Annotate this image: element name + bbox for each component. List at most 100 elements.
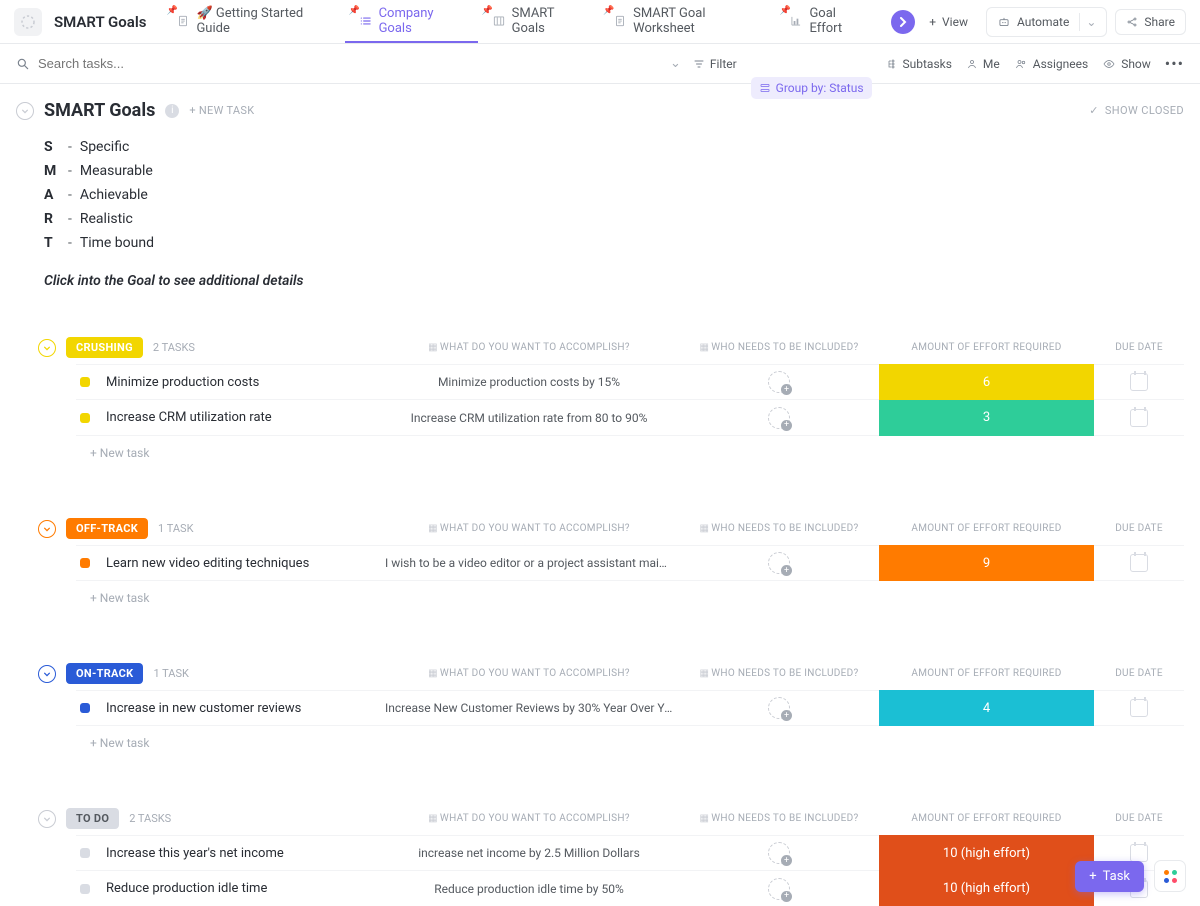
task-row[interactable]: Increase CRM utilization rate Increase CR… bbox=[76, 400, 1184, 436]
cell-accomplish[interactable]: Increase CRM utilization rate from 80 to… bbox=[379, 411, 679, 425]
col-effort[interactable]: AMOUNT OF EFFORT REQUIRED bbox=[879, 668, 1094, 679]
group-collapse-toggle[interactable] bbox=[38, 665, 56, 683]
group-by-button[interactable]: Group by: Status bbox=[751, 77, 872, 99]
task-row[interactable]: Learn new video editing techniques I wish… bbox=[76, 545, 1184, 581]
search-input[interactable] bbox=[38, 56, 662, 71]
col-accomplish[interactable]: ▦WHAT DO YOU WANT TO ACCOMPLISH? bbox=[379, 523, 679, 534]
task-name[interactable]: Minimize production costs bbox=[106, 375, 259, 390]
task-row[interactable]: Minimize production costs Minimize produc… bbox=[76, 364, 1184, 400]
task-row[interactable]: Increase in new customer reviews Increase… bbox=[76, 690, 1184, 726]
more-options-button[interactable]: ••• bbox=[1165, 54, 1184, 73]
status-badge[interactable]: ON-TRACK bbox=[66, 663, 143, 684]
col-who[interactable]: ▦WHO NEEDS TO BE INCLUDED? bbox=[679, 342, 879, 353]
info-icon[interactable]: i bbox=[165, 104, 179, 118]
cell-accomplish[interactable]: increase net income by 2.5 Million Dolla… bbox=[379, 846, 679, 860]
col-due[interactable]: DUE DATE bbox=[1094, 813, 1184, 824]
tab-smart-goal-worksheet[interactable]: 📌SMART Goal Worksheet bbox=[599, 0, 775, 43]
cell-due[interactable] bbox=[1094, 373, 1184, 391]
show-closed-button[interactable]: ✓ SHOW CLOSED bbox=[1089, 104, 1184, 117]
assignee-empty-icon[interactable] bbox=[768, 878, 790, 900]
status-square-icon[interactable] bbox=[80, 703, 90, 713]
col-who[interactable]: ▦WHO NEEDS TO BE INCLUDED? bbox=[679, 668, 879, 679]
task-row[interactable]: Reduce production idle time Reduce produc… bbox=[76, 871, 1184, 906]
cell-who[interactable] bbox=[679, 407, 879, 429]
search-box[interactable]: ⌄ bbox=[16, 56, 681, 71]
add-task-button[interactable]: + New task bbox=[76, 726, 1184, 760]
cell-accomplish[interactable]: I wish to be a video editor or a project… bbox=[379, 556, 679, 570]
cell-effort[interactable]: 9 bbox=[879, 545, 1094, 581]
space-title[interactable]: SMART Goals bbox=[54, 13, 146, 31]
cell-effort[interactable]: 3 bbox=[879, 400, 1094, 436]
task-name[interactable]: Increase in new customer reviews bbox=[106, 701, 301, 716]
col-effort[interactable]: AMOUNT OF EFFORT REQUIRED bbox=[879, 342, 1094, 353]
add-task-button[interactable]: + New task bbox=[76, 581, 1184, 615]
list-title[interactable]: SMART Goals bbox=[44, 100, 155, 121]
tab-smart-goals[interactable]: 📌SMART Goals bbox=[478, 0, 599, 43]
col-due[interactable]: DUE DATE bbox=[1094, 342, 1184, 353]
status-square-icon[interactable] bbox=[80, 377, 90, 387]
cell-due[interactable] bbox=[1094, 699, 1184, 717]
col-due[interactable]: DUE DATE bbox=[1094, 668, 1184, 679]
cell-who[interactable] bbox=[679, 842, 879, 864]
col-accomplish[interactable]: ▦WHAT DO YOU WANT TO ACCOMPLISH? bbox=[379, 342, 679, 353]
subtasks-button[interactable]: Subtasks bbox=[886, 57, 952, 71]
cell-due[interactable] bbox=[1094, 554, 1184, 572]
assignee-empty-icon[interactable] bbox=[768, 407, 790, 429]
cell-accomplish[interactable]: Minimize production costs by 15% bbox=[379, 375, 679, 389]
calendar-empty-icon[interactable] bbox=[1130, 699, 1148, 717]
tab--getting-started-guide[interactable]: 📌🚀 Getting Started Guide bbox=[162, 0, 344, 43]
assignee-empty-icon[interactable] bbox=[768, 842, 790, 864]
cell-effort[interactable]: 10 (high effort) bbox=[879, 871, 1094, 906]
filter-button[interactable]: Filter bbox=[693, 57, 737, 71]
tab-goal-effort[interactable]: 📌Goal Effort bbox=[775, 0, 881, 43]
status-badge[interactable]: OFF-TRACK bbox=[66, 518, 148, 539]
cell-who[interactable] bbox=[679, 697, 879, 719]
assignee-empty-icon[interactable] bbox=[768, 697, 790, 719]
col-due[interactable]: DUE DATE bbox=[1094, 523, 1184, 534]
assignees-button[interactable]: Assignees bbox=[1014, 57, 1088, 71]
col-accomplish[interactable]: ▦WHAT DO YOU WANT TO ACCOMPLISH? bbox=[379, 668, 679, 679]
col-effort[interactable]: AMOUNT OF EFFORT REQUIRED bbox=[879, 523, 1094, 534]
col-effort[interactable]: AMOUNT OF EFFORT REQUIRED bbox=[879, 813, 1094, 824]
task-row[interactable]: Increase this year's net income increase … bbox=[76, 835, 1184, 871]
status-square-icon[interactable] bbox=[80, 884, 90, 894]
show-button[interactable]: Show bbox=[1102, 57, 1151, 71]
task-name[interactable]: Learn new video editing techniques bbox=[106, 556, 309, 571]
status-square-icon[interactable] bbox=[80, 558, 90, 568]
cell-accomplish[interactable]: Increase New Customer Reviews by 30% Yea… bbox=[379, 701, 679, 715]
cell-effort[interactable]: 10 (high effort) bbox=[879, 835, 1094, 871]
tab-company-goals[interactable]: 📌Company Goals bbox=[345, 0, 478, 43]
group-collapse-toggle[interactable] bbox=[38, 520, 56, 538]
me-button[interactable]: Me bbox=[966, 57, 1000, 71]
new-task-link[interactable]: + NEW TASK bbox=[189, 104, 254, 117]
status-square-icon[interactable] bbox=[80, 413, 90, 423]
status-square-icon[interactable] bbox=[80, 848, 90, 858]
cell-who[interactable] bbox=[679, 552, 879, 574]
space-icon[interactable] bbox=[14, 8, 42, 36]
calendar-empty-icon[interactable] bbox=[1130, 554, 1148, 572]
cell-due[interactable] bbox=[1094, 409, 1184, 427]
col-who[interactable]: ▦WHO NEEDS TO BE INCLUDED? bbox=[679, 523, 879, 534]
task-name[interactable]: Increase CRM utilization rate bbox=[106, 410, 272, 425]
calendar-empty-icon[interactable] bbox=[1130, 373, 1148, 391]
group-collapse-toggle[interactable] bbox=[38, 339, 56, 357]
cell-effort[interactable]: 4 bbox=[879, 690, 1094, 726]
cell-effort[interactable]: 6 bbox=[879, 364, 1094, 400]
assignee-empty-icon[interactable] bbox=[768, 371, 790, 393]
list-collapse-toggle[interactable] bbox=[16, 102, 34, 120]
cell-who[interactable] bbox=[679, 878, 879, 900]
cell-accomplish[interactable]: Reduce production idle time by 50% bbox=[379, 882, 679, 896]
assignee-empty-icon[interactable] bbox=[768, 552, 790, 574]
search-dropdown-icon[interactable]: ⌄ bbox=[670, 56, 681, 71]
status-badge[interactable]: TO DO bbox=[66, 808, 119, 829]
create-task-button[interactable]: + Task bbox=[1075, 861, 1144, 892]
apps-button[interactable] bbox=[1154, 860, 1186, 892]
group-collapse-toggle[interactable] bbox=[38, 810, 56, 828]
status-badge[interactable]: CRUSHING bbox=[66, 337, 143, 358]
calendar-empty-icon[interactable] bbox=[1130, 409, 1148, 427]
col-accomplish[interactable]: ▦WHAT DO YOU WANT TO ACCOMPLISH? bbox=[379, 813, 679, 824]
task-name[interactable]: Increase this year's net income bbox=[106, 846, 284, 861]
task-name[interactable]: Reduce production idle time bbox=[106, 881, 267, 896]
add-task-button[interactable]: + New task bbox=[76, 436, 1184, 470]
cell-who[interactable] bbox=[679, 371, 879, 393]
